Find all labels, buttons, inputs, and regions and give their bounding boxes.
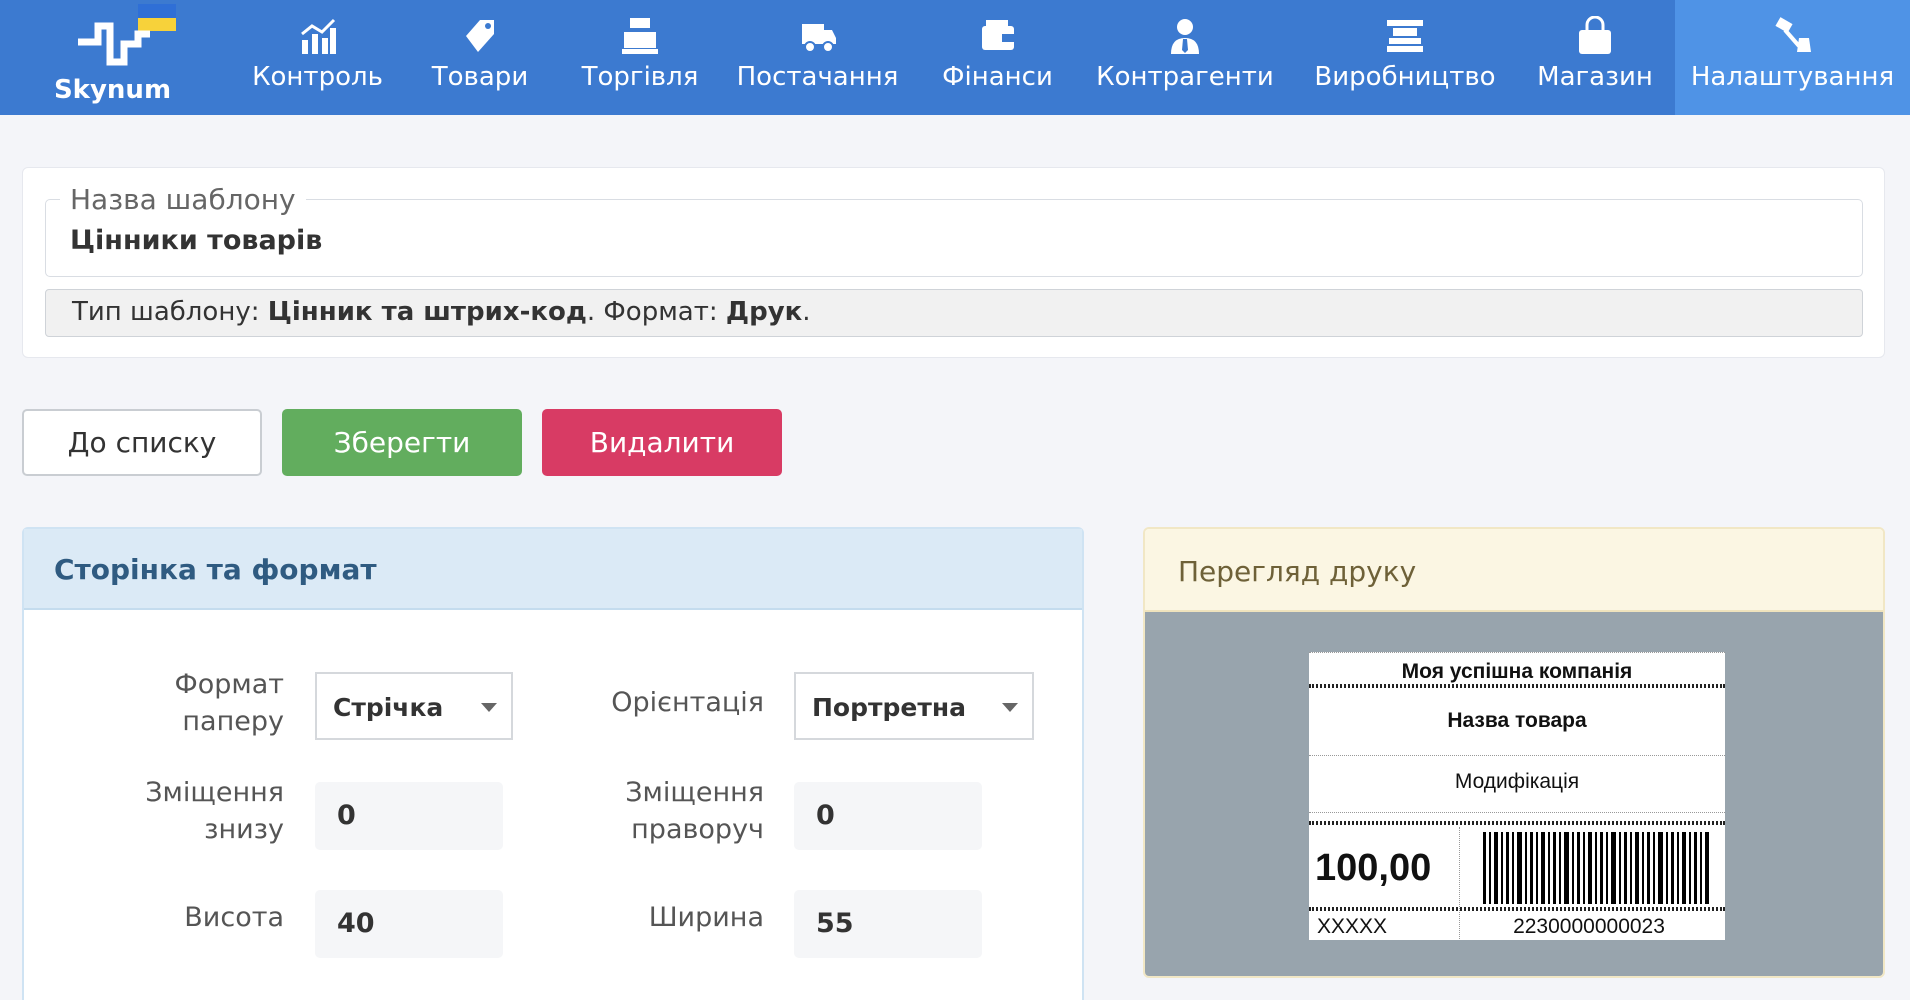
page-format-header: Сторінка та формат [24, 529, 1082, 610]
template-name-field[interactable]: Назва шаблону Цінники товарів [45, 183, 1863, 277]
type-prefix: Тип шаблону: [72, 297, 268, 327]
nav-label: Контрагенти [1096, 62, 1274, 92]
select-value: Стрічка [333, 693, 444, 722]
nav-label: Контроль [252, 62, 383, 92]
shopping-bag-icon [1579, 16, 1611, 54]
paper-format-label: Формат паперу [84, 666, 284, 740]
label-divider [1309, 684, 1725, 688]
offset-right-input[interactable]: 0 [794, 782, 982, 850]
nav-item-goods[interactable]: Товари [420, 0, 540, 115]
template-name-legend: Назва шаблону [60, 183, 306, 216]
factory-icon [1387, 20, 1423, 52]
nav-label: Фінанси [942, 62, 1053, 92]
print-preview-panel: Перегляд друку Моя успішна компанія Назв… [1143, 527, 1885, 978]
label-line: Зміщення [625, 777, 764, 808]
wallet-icon [981, 20, 1014, 50]
offset-bottom-label: Зміщення знизу [84, 774, 284, 848]
nav-item-control[interactable]: Контроль [240, 0, 395, 115]
template-name-input[interactable]: Цінники товарів [70, 225, 322, 256]
select-value: Портретна [812, 693, 966, 722]
skynum-logo-icon [78, 4, 176, 66]
nav-item-supply[interactable]: Постачання [730, 0, 905, 115]
label-divider [1309, 755, 1725, 756]
orientation-select[interactable]: Портретна [794, 672, 1034, 740]
width-label: Ширина [648, 902, 764, 933]
delete-button[interactable]: Видалити [542, 409, 782, 476]
product-modification: Модифікація [1454, 770, 1580, 793]
nav-item-contractors[interactable]: Контрагенти [1090, 0, 1280, 115]
nav-item-shop[interactable]: Магазин [1525, 0, 1665, 115]
width-input[interactable]: 55 [794, 890, 982, 958]
price-tag-preview: Моя успішна компанія Назва товара Модифі… [1309, 652, 1725, 940]
label-line: праворуч [631, 814, 764, 845]
label-line: знизу [204, 814, 284, 845]
template-card: Назва шаблону Цінники товарів Тип шаблон… [22, 167, 1885, 358]
print-preview-area: Моя успішна компанія Назва товара Модифі… [1145, 612, 1883, 976]
label-divider [1309, 821, 1725, 825]
nav-item-production[interactable]: Виробництво [1305, 0, 1505, 115]
brand-name: Skynum [53, 75, 172, 105]
height-input[interactable]: 40 [315, 890, 503, 958]
nav-item-trade[interactable]: Торгівля [570, 0, 710, 115]
label-divider [1309, 907, 1725, 911]
nav-item-finance[interactable]: Фінанси [930, 0, 1065, 115]
nav-label: Магазин [1537, 62, 1653, 92]
paper-format-select[interactable]: Стрічка [315, 672, 513, 740]
to-list-button[interactable]: До списку [22, 409, 262, 476]
chevron-down-icon [481, 703, 497, 712]
nav-label: Постачання [736, 62, 899, 92]
height-label: Висота [184, 902, 284, 933]
chart-icon [300, 18, 336, 54]
nav-label: Налаштування [1690, 62, 1895, 92]
nav-label: Торгівля [581, 62, 699, 92]
truck-icon [801, 24, 836, 53]
tools-icon [1774, 17, 1811, 52]
label-border [1309, 652, 1725, 653]
nav-label: Виробництво [1314, 62, 1496, 92]
chevron-down-icon [1002, 703, 1018, 712]
product-price: 100,00 [1315, 847, 1432, 889]
page-format-panel: Сторінка та формат Формат паперу Стрічка… [22, 527, 1084, 1000]
user-tie-icon [1171, 19, 1199, 54]
save-button[interactable]: Зберегти [282, 409, 522, 476]
orientation-label: Орієнтація [611, 687, 764, 718]
type-suffix: . [802, 297, 811, 327]
label-line: Формат [174, 669, 284, 700]
product-name: Назва товара [1447, 709, 1587, 732]
logo[interactable]: Skynum [40, 0, 185, 115]
cash-register-icon [622, 18, 658, 54]
label-line: Зміщення [145, 777, 284, 808]
offset-bottom-input[interactable]: 0 [315, 782, 503, 850]
product-sku: XXXXX [1317, 915, 1388, 938]
company-name: Моя успішна компанія [1401, 660, 1633, 683]
barcode-icon [1483, 832, 1709, 904]
barcode-number: 2230000000023 [1513, 915, 1665, 938]
nav-label: Товари [431, 62, 529, 92]
template-type-info: Тип шаблону: Цінник та штрих-код. Формат… [45, 289, 1863, 337]
top-navigation: Skynum Контроль Товари Торгівля Постачан… [0, 0, 1910, 115]
tags-icon [466, 20, 494, 52]
print-preview-title: Перегляд друку [1178, 555, 1417, 588]
label-line: паперу [182, 706, 284, 737]
print-preview-header: Перегляд друку [1145, 529, 1883, 612]
format-value: Друк [725, 297, 803, 327]
format-prefix: . Формат: [586, 297, 726, 327]
type-value: Цінник та штрих-код [267, 297, 587, 327]
nav-item-settings[interactable]: Налаштування [1675, 0, 1910, 115]
label-divider [1309, 812, 1725, 813]
page-format-title: Сторінка та формат [54, 553, 377, 586]
offset-right-label: Зміщення праворуч [564, 774, 764, 848]
